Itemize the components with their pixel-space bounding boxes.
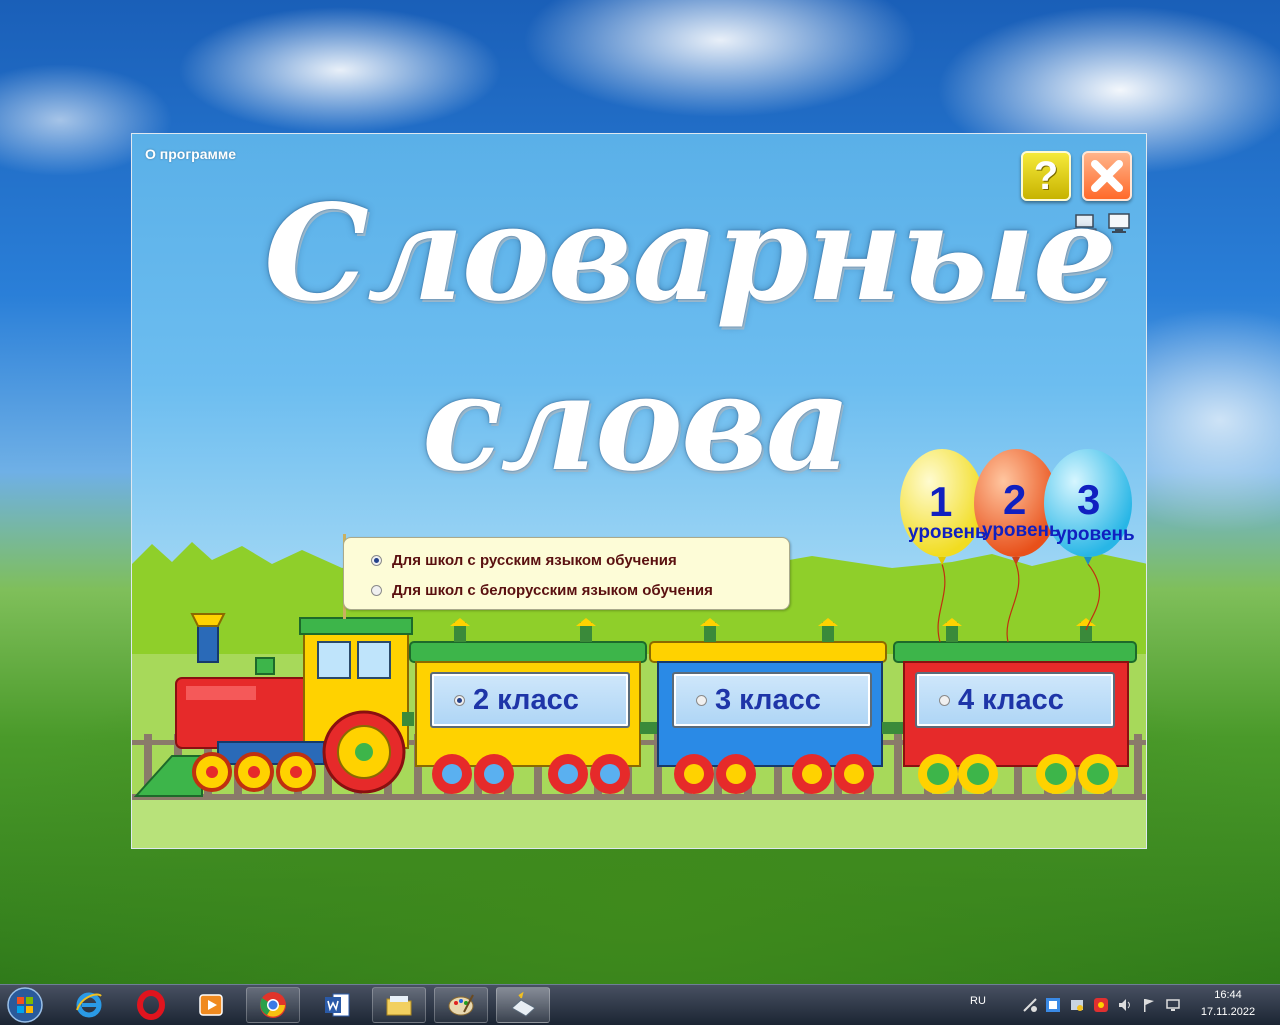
opera-icon — [137, 990, 165, 1020]
taskbar-file-explorer[interactable] — [372, 987, 426, 1023]
option-russian-school[interactable]: Для школ с русским языком обучения — [371, 552, 677, 569]
option-label: Для школ с русским языком обучения — [392, 552, 677, 569]
internet-explorer-icon — [76, 992, 102, 1018]
language-indicator[interactable]: RU — [970, 995, 986, 1007]
radio-unselected-icon[interactable] — [696, 694, 707, 706]
taskbar-dictionary-app[interactable] — [496, 987, 550, 1023]
taskbar-paint[interactable] — [434, 987, 488, 1023]
level-balloons — [900, 449, 1132, 565]
dictionary-app-icon — [511, 991, 536, 1017]
taskbar: RU 16:44 17.11.2022 — [0, 984, 1280, 1025]
taskbar-opera[interactable] — [124, 987, 178, 1023]
device-icon[interactable] — [1069, 997, 1085, 1013]
class-4-button[interactable]: 4 класс — [915, 672, 1115, 728]
network-icon[interactable] — [1022, 997, 1038, 1013]
display-tray-icon[interactable] — [1165, 997, 1181, 1013]
app-window: О программе ? Словарные слова 1 уровень … — [131, 133, 1147, 849]
radio-unselected-icon[interactable] — [371, 585, 382, 596]
class-4-label: 4 класс — [958, 683, 1064, 716]
option-label: Для школ с белорусским языком обучения — [392, 582, 713, 599]
class-3-label: 3 класс — [715, 683, 821, 716]
volume-icon[interactable] — [1117, 997, 1133, 1013]
level-1-balloon[interactable] — [900, 449, 984, 565]
folder-icon — [386, 996, 412, 1016]
clock-time[interactable]: 16:44 — [1208, 989, 1248, 1001]
media-player-icon — [199, 994, 223, 1016]
class-2-button[interactable]: 2 класс — [430, 672, 630, 728]
chrome-icon — [260, 992, 286, 1018]
title-line-2: слова — [422, 346, 851, 501]
ground-front — [132, 794, 1146, 848]
taskbar-word[interactable] — [310, 987, 364, 1023]
word-icon — [325, 993, 350, 1017]
clock-date[interactable]: 17.11.2022 — [1196, 1006, 1260, 1018]
alert-app-icon[interactable] — [1093, 997, 1109, 1013]
action-center-flag-icon[interactable] — [1141, 997, 1157, 1013]
taskbar-internet-explorer[interactable] — [62, 987, 116, 1023]
class-3-button[interactable]: 3 класс — [672, 672, 872, 728]
class-2-label: 2 класс — [473, 683, 579, 716]
radio-selected-icon[interactable] — [371, 555, 382, 566]
paint-palette-icon — [448, 994, 474, 1016]
taskbar-chrome[interactable] — [246, 987, 300, 1023]
level-3-balloon[interactable] — [1044, 449, 1132, 565]
radio-selected-icon[interactable] — [454, 694, 465, 706]
antivirus-icon[interactable] — [1045, 997, 1061, 1013]
taskbar-media-player[interactable] — [184, 987, 238, 1023]
about-program-link[interactable]: О программе — [145, 146, 236, 162]
start-button[interactable] — [5, 986, 45, 1024]
title-line-1: Словарные — [264, 176, 1117, 331]
school-type-options: Для школ с русским языком обучения Для ш… — [343, 537, 790, 610]
option-belarusian-school[interactable]: Для школ с белорусским языком обучения — [371, 582, 713, 599]
radio-unselected-icon[interactable] — [939, 694, 950, 706]
